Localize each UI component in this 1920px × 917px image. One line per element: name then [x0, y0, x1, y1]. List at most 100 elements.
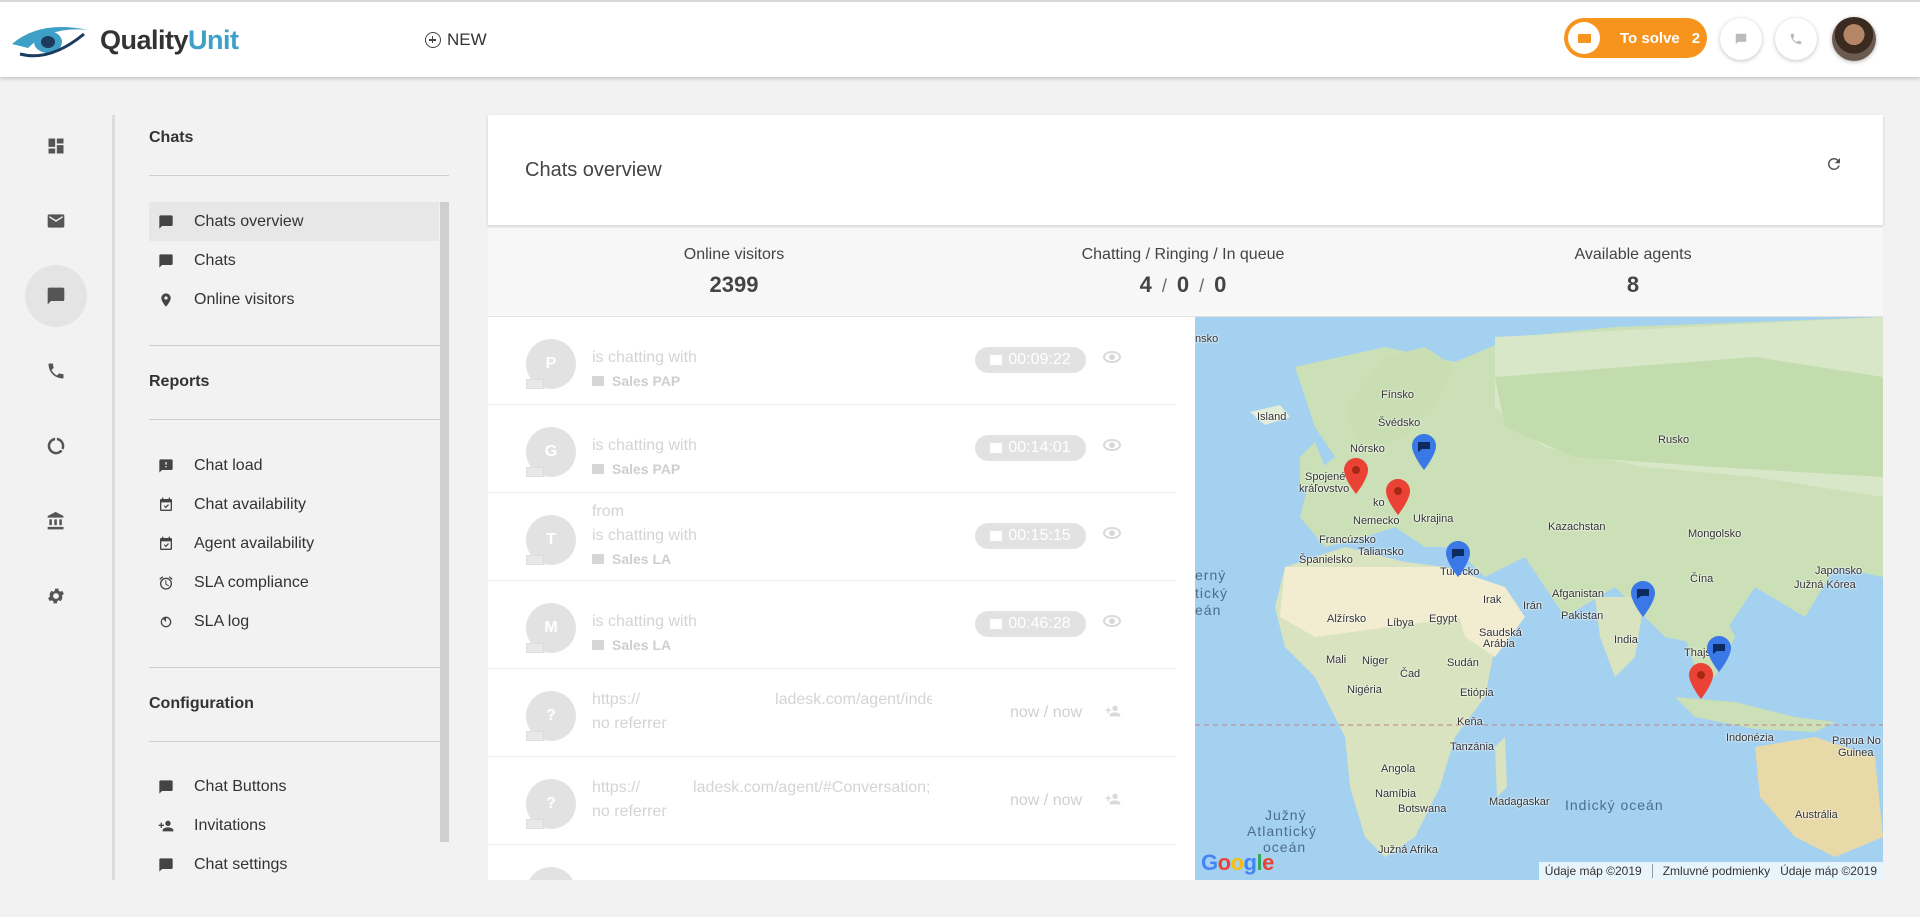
- map-label: Indonézia: [1726, 732, 1774, 744]
- sidebar-item-chat-settings[interactable]: Chat settings: [149, 845, 439, 880]
- sidebar-item-agent-availability[interactable]: Agent availability: [149, 524, 439, 563]
- map-data-credit: Údaje máp ©2019: [1544, 864, 1642, 878]
- sidebar-item-label: Chat settings: [194, 855, 288, 873]
- invite-button[interactable]: [1104, 791, 1122, 807]
- rail-phone[interactable]: [25, 340, 87, 402]
- map-label: Tanzánia: [1450, 741, 1495, 753]
- map-label: Taliansko: [1358, 546, 1404, 558]
- visitor-list: P is chatting with Sales PAP 00:09:22 G …: [488, 317, 1195, 880]
- stat-value: 2399: [709, 272, 759, 297]
- eye-icon[interactable]: [1103, 615, 1121, 627]
- slash-separator: /: [1199, 276, 1205, 296]
- chat-bubble-icon: [158, 253, 174, 269]
- envelope-icon: [1568, 22, 1600, 54]
- sidebar-item-label: Chat availability: [194, 495, 307, 513]
- bank-icon: [47, 511, 64, 530]
- list-item[interactable]: [488, 845, 1176, 880]
- reports-icon: [47, 437, 65, 455]
- sidebar-item-label: Agent availability: [194, 534, 315, 552]
- quality-unit-logo[interactable]: QualityUnit: [10, 18, 239, 62]
- list-item[interactable]: T from is chatting with Sales LA 00:15:1…: [488, 493, 1176, 581]
- sidebar-item-sla-compliance[interactable]: SLA compliance: [149, 563, 439, 602]
- visitor-pin-red[interactable]: [1689, 663, 1713, 699]
- map-label: Pakistan: [1561, 610, 1604, 622]
- chat-bubble-icon: [158, 857, 174, 873]
- stat-value: 4 / 0 / 0: [1033, 272, 1333, 298]
- map-label: Južná Afrika: [1378, 844, 1438, 856]
- sidebar-item-label: Invitations: [194, 816, 267, 834]
- eye-icon[interactable]: [1103, 351, 1121, 363]
- map-label: Kazachstan: [1548, 521, 1606, 533]
- chatting-pin-blue[interactable]: [1412, 434, 1436, 470]
- sidebar-divider: [149, 345, 449, 346]
- rail-divider: [112, 115, 115, 880]
- rail-dashboard[interactable]: [25, 115, 87, 177]
- chatting-pin-blue[interactable]: [1631, 581, 1655, 617]
- map-data-credit-2: Údaje máp ©2019: [1780, 864, 1877, 878]
- new-button[interactable]: NEW: [425, 30, 487, 50]
- map-label: Irán: [1523, 600, 1542, 612]
- list-item[interactable]: M is chatting with Sales LA 00:46:28: [488, 581, 1176, 669]
- sidebar-scrollbar[interactable]: [440, 202, 449, 842]
- map-terms-link[interactable]: Zmluvné podmienky: [1663, 864, 1770, 878]
- call-status-button[interactable]: [1775, 18, 1817, 60]
- user-avatar[interactable]: [1832, 17, 1876, 61]
- visitor-department: Sales PAP: [592, 373, 680, 389]
- map-label: Niger: [1362, 655, 1389, 667]
- list-item[interactable]: P is chatting with Sales PAP 00:09:22: [488, 317, 1176, 405]
- country-flag-icon: [526, 555, 544, 565]
- rail-settings[interactable]: [25, 565, 87, 627]
- visitor-url: https://ladesk.com/agent/#Conversation;: [592, 779, 931, 796]
- map-label: Keňa: [1457, 716, 1483, 728]
- dashboard-icon: [48, 138, 64, 154]
- chat-bubble-icon: [158, 214, 174, 230]
- visitor-pin-red[interactable]: [1344, 458, 1368, 494]
- person-add-icon: [1105, 705, 1121, 717]
- sidebar-item-chats[interactable]: Chats: [149, 241, 439, 280]
- refresh-button[interactable]: [1825, 155, 1843, 173]
- map-label: Angola: [1381, 763, 1416, 775]
- sidebar-item-label: Online visitors: [194, 290, 295, 308]
- country-flag-icon: [526, 731, 544, 741]
- eye-icon[interactable]: [1103, 527, 1121, 539]
- map-label: Botswana: [1398, 803, 1447, 815]
- country-flag-icon: [526, 379, 544, 389]
- chat-bubble-icon: [990, 531, 1003, 541]
- visitor-department: Sales LA: [592, 637, 671, 653]
- folder-icon: [592, 640, 604, 650]
- sidebar-item-chat-load[interactable]: Chat load: [149, 446, 439, 485]
- invite-button[interactable]: [1104, 703, 1122, 719]
- map-label: Japonsko: [1815, 565, 1863, 577]
- rail-chat[interactable]: [25, 265, 87, 327]
- sidebar-item-label: Chat Buttons: [194, 777, 287, 795]
- sidebar-item-online-visitors[interactable]: Online visitors: [149, 280, 439, 319]
- sidebar-item-invitations[interactable]: Invitations: [149, 806, 439, 845]
- sidebar-heading-configuration: Configuration: [149, 695, 254, 712]
- sidebar-item-chat-availability[interactable]: Chat availability: [149, 485, 439, 524]
- rail-reports[interactable]: [25, 415, 87, 477]
- folder-icon: [592, 376, 604, 386]
- map-label: Mongolsko: [1688, 528, 1742, 540]
- list-item[interactable]: ? https://ladesk.com/agent/inde no refer…: [488, 669, 1176, 757]
- stat-chatting-ringing-queue: Chatting / Ringing / In queue 4 / 0 / 0: [1033, 246, 1333, 298]
- visitor-map[interactable]: nsko Island Fínsko Švédsko Nórsko Rusko …: [1195, 317, 1883, 880]
- stat-label: Available agents: [1574, 246, 1692, 263]
- chatting-pin-blue[interactable]: [1446, 541, 1470, 577]
- map-label: Nórsko: [1350, 443, 1385, 455]
- chat-status-button[interactable]: [1720, 18, 1762, 60]
- sidebar-item-chat-buttons[interactable]: Chat Buttons: [149, 767, 439, 806]
- map-label: Etiópia: [1460, 687, 1494, 699]
- sidebar-item-chats-overview[interactable]: Chats overview: [149, 202, 439, 241]
- to-solve-button[interactable]: To solve 2: [1564, 18, 1707, 58]
- map-label: Egypt: [1429, 613, 1458, 625]
- rail-mail[interactable]: [25, 190, 87, 252]
- sidebar-item-sla-log[interactable]: SLA log: [149, 602, 439, 641]
- list-item[interactable]: G is chatting with Sales PAP 00:14:01: [488, 405, 1176, 493]
- eye-icon[interactable]: [1103, 439, 1121, 451]
- visitor-pin-red[interactable]: [1386, 479, 1410, 515]
- map-label: Nigéria: [1347, 684, 1382, 696]
- rail-bank[interactable]: [25, 490, 87, 552]
- list-item[interactable]: ? https://ladesk.com/agent/#Conversation…: [488, 757, 1176, 845]
- map-label: Južná Kórea: [1794, 579, 1856, 591]
- sidebar-heading-reports: Reports: [149, 373, 210, 390]
